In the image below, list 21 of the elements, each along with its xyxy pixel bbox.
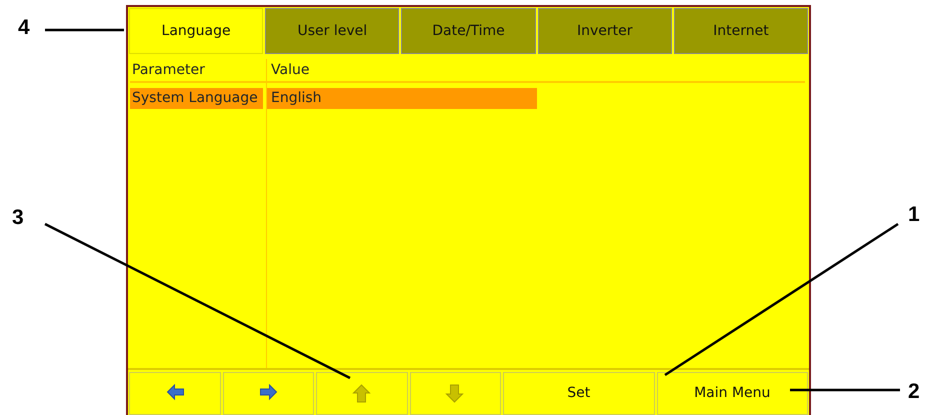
right-arrow-icon: [258, 384, 278, 403]
tab[interactable]: User level: [265, 8, 400, 54]
arrow-button[interactable]: [222, 372, 314, 415]
column-header: Parameter: [131, 60, 206, 80]
menu-button[interactable]: Main Menu: [656, 372, 808, 415]
tab[interactable]: Internet: [674, 8, 808, 54]
tab[interactable]: Date/Time: [401, 8, 536, 54]
callout-number: 1: [908, 203, 920, 227]
callout-number: 4: [18, 16, 30, 40]
callout-number: 2: [908, 380, 920, 404]
up-arrow-icon: [352, 384, 372, 403]
left-arrow-icon: [164, 384, 185, 403]
down-arrow-icon: [445, 384, 466, 403]
table-cell[interactable]: English: [267, 88, 537, 109]
arrow-button[interactable]: [129, 372, 220, 415]
callout-number: 3: [12, 206, 24, 230]
set-button[interactable]: Set: [503, 372, 654, 415]
tab[interactable]: Language: [129, 8, 264, 54]
column-header: Value: [270, 60, 310, 80]
table-cell[interactable]: System Language: [130, 88, 263, 109]
tab[interactable]: Inverter: [538, 8, 672, 54]
